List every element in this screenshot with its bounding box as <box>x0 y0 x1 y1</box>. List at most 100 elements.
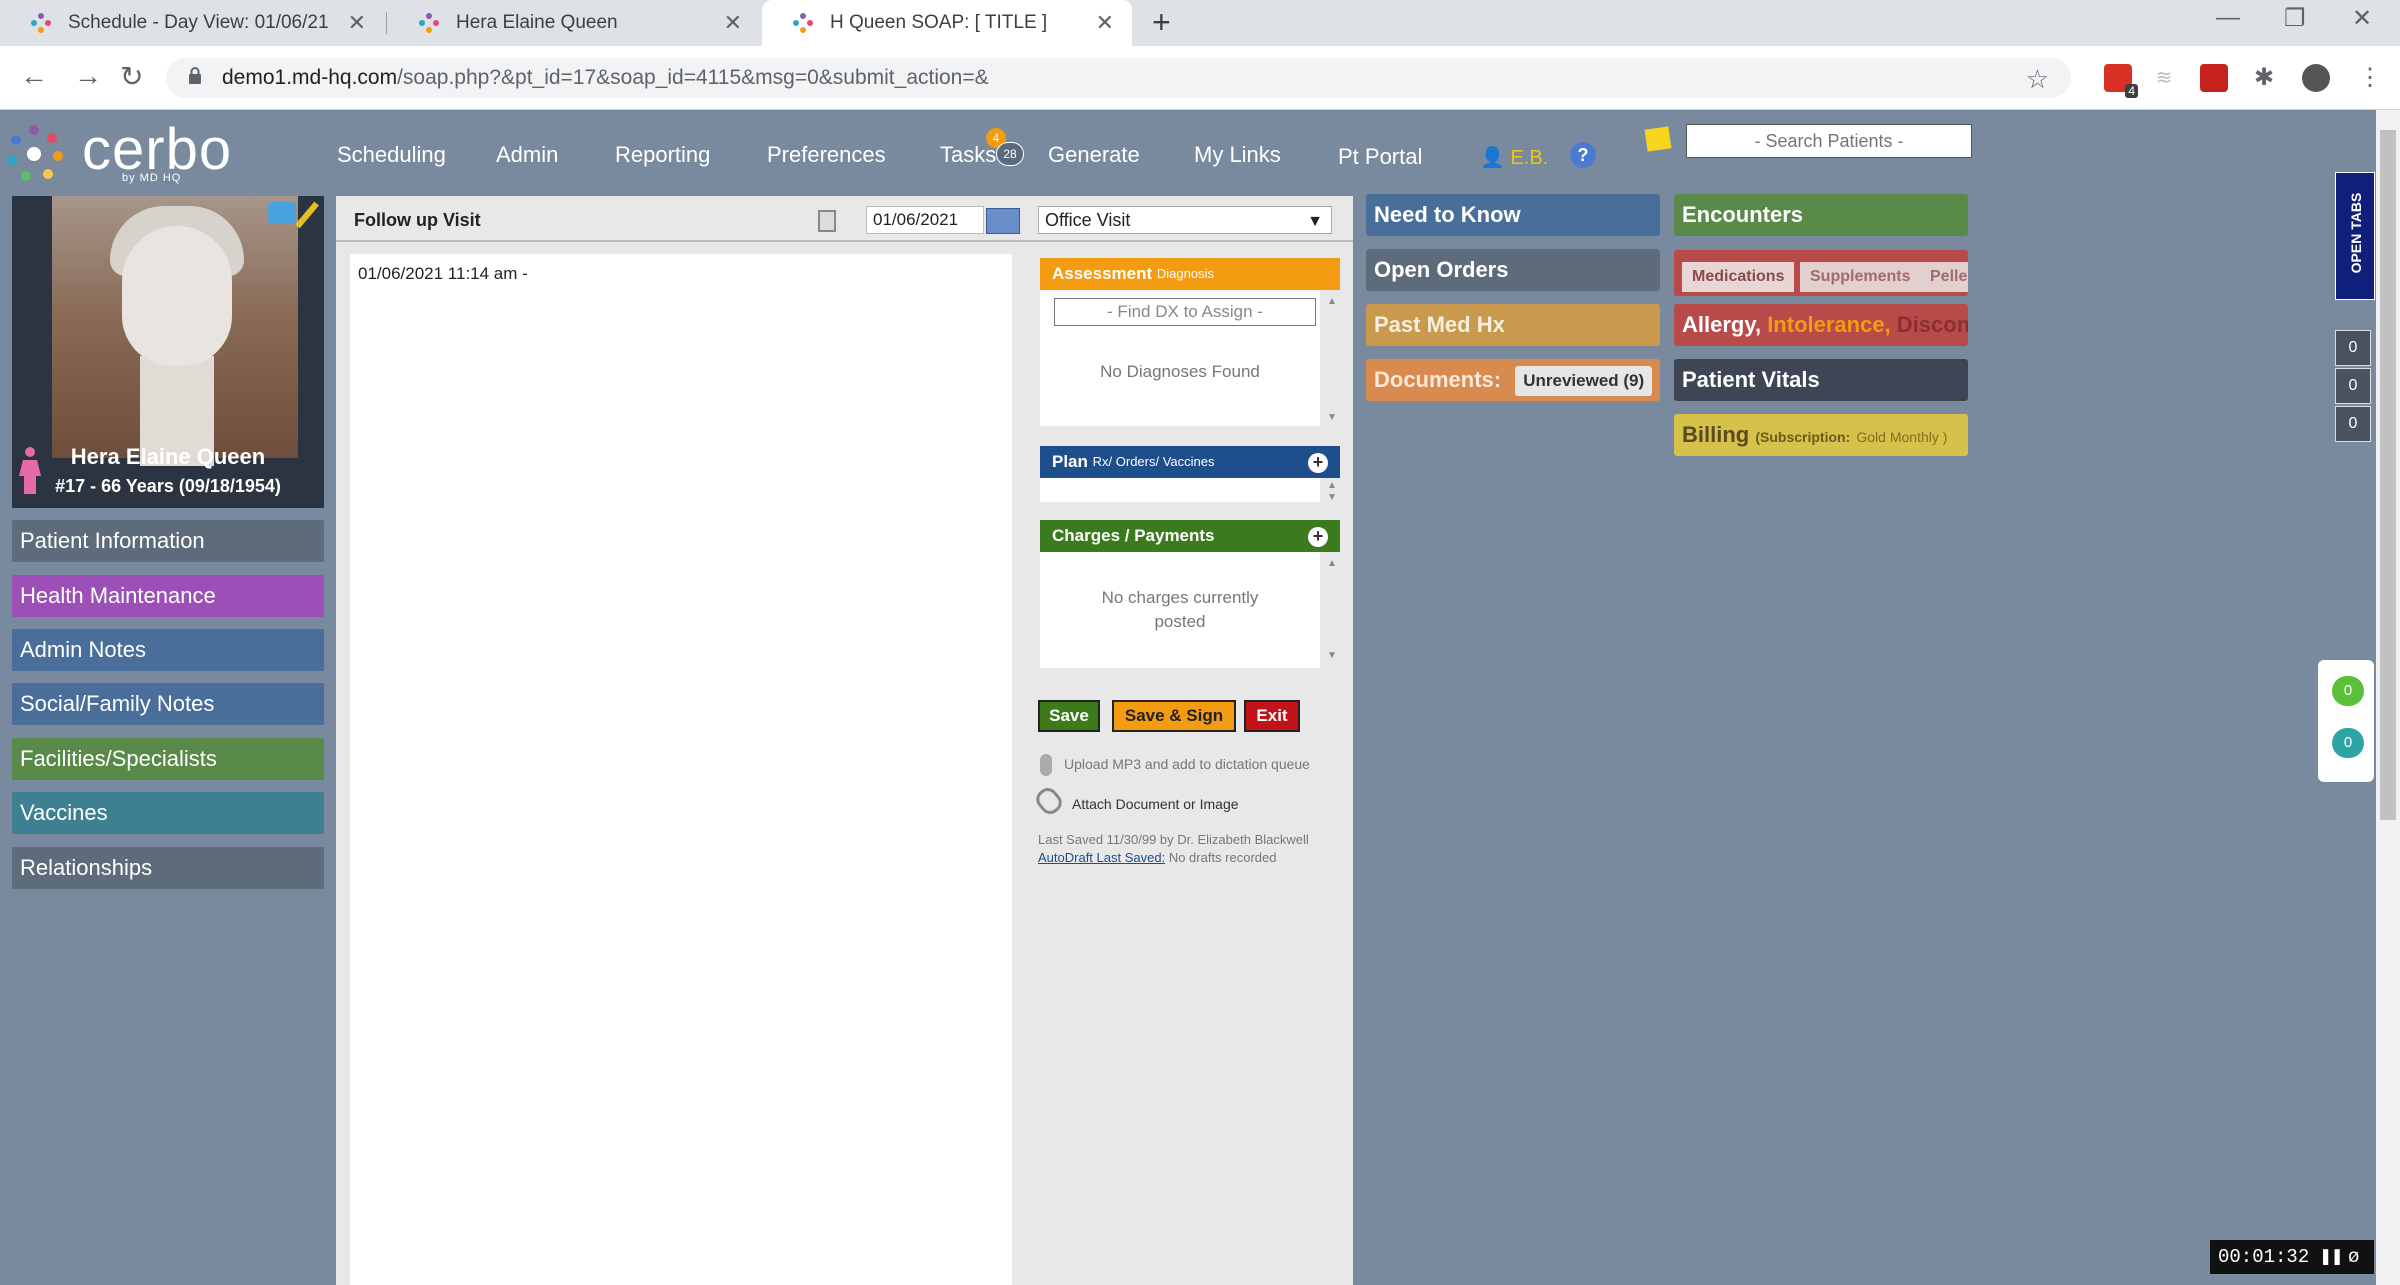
no-charges-text: No charges currently posted <box>1040 586 1320 634</box>
logo-subtext: by MD HQ <box>122 172 182 184</box>
patient-message-icon[interactable] <box>268 202 296 224</box>
scroll-up-icon[interactable]: ▲ <box>1322 296 1342 307</box>
add-plan-icon[interactable]: + <box>1308 453 1328 473</box>
counter-1[interactable]: 0 <box>2335 330 2371 366</box>
back-icon[interactable]: ← <box>20 60 48 92</box>
nav-reporting[interactable]: Reporting <box>615 142 710 168</box>
add-charge-icon[interactable]: + <box>1308 527 1328 547</box>
profile-avatar[interactable] <box>2302 64 2330 92</box>
paperclip-icon[interactable] <box>1032 783 1066 819</box>
tab-title: Schedule - Day View: 01/06/21 <box>68 12 329 33</box>
counter-2[interactable]: 0 <box>2335 368 2371 404</box>
sidebar-item-admin-notes[interactable]: Admin Notes <box>12 629 324 671</box>
nav-generate[interactable]: Generate <box>1048 142 1140 168</box>
stop-icon[interactable]: ø <box>2348 1240 2359 1274</box>
wave-extension-icon[interactable]: ≋ <box>2150 64 2178 92</box>
extension-icon[interactable]: 4 <box>2104 64 2138 98</box>
tasks-count-badge[interactable]: 28 <box>996 142 1024 166</box>
find-dx-input[interactable]: - Find DX to Assign - <box>1054 298 1316 326</box>
counter-3[interactable]: 0 <box>2335 406 2371 442</box>
close-tab-icon[interactable]: ✕ <box>1096 10 1114 36</box>
soap-note-editor[interactable]: 01/06/2021 11:14 am - <box>350 254 1012 1285</box>
browser-tab-patient[interactable]: Hera Elaine Queen ✕ <box>388 0 760 46</box>
billing-widget[interactable]: Billing (Subscription: Gold Monthly ) <box>1674 414 1968 456</box>
unreviewed-docs-button[interactable]: Unreviewed (9) <box>1515 366 1653 397</box>
reload-icon[interactable]: ↻ <box>120 60 143 93</box>
patient-photo[interactable] <box>52 196 298 466</box>
forward-icon[interactable]: → <box>74 60 102 92</box>
save-and-sign-button[interactable]: Save & Sign <box>1112 700 1236 732</box>
open-orders-widget[interactable]: Open Orders <box>1366 249 1660 291</box>
nav-tasks[interactable]: Tasks <box>940 142 996 168</box>
save-button[interactable]: Save <box>1038 700 1100 732</box>
patient-photo-card: Hera Elaine Queen #17 - 66 Years (09/18/… <box>12 196 324 508</box>
puzzle-icon[interactable]: ✱ <box>2250 64 2278 92</box>
visit-type-select[interactable]: Office Visit ▼ <box>1038 206 1332 234</box>
nav-preferences[interactable]: Preferences <box>767 142 886 168</box>
close-window-icon[interactable]: ✕ <box>2352 4 2372 33</box>
open-tabs-button[interactable]: OPEN TABS <box>2335 172 2375 300</box>
sidebar-item-patient-information[interactable]: Patient Information <box>12 520 324 562</box>
browser-menu-icon[interactable]: ⋮ <box>2356 64 2384 92</box>
scrollbar-thumb[interactable] <box>2380 130 2396 820</box>
assessment-sublabel: Diagnosis <box>1156 266 1214 281</box>
upload-mp3-link[interactable]: Upload MP3 and add to dictation queue <box>1064 756 1310 772</box>
sidebar-item-health-maintenance[interactable]: Health Maintenance <box>12 575 324 617</box>
tab-supplements[interactable]: Supplements <box>1800 262 1921 292</box>
help-icon[interactable]: ? <box>1570 142 1596 168</box>
last-saved-text: Last Saved 11/30/99 by Dr. Elizabeth Bla… <box>1038 832 1309 847</box>
exit-button[interactable]: Exit <box>1244 700 1300 732</box>
chat-bubble-green-icon[interactable]: 0 <box>2332 676 2364 706</box>
page-scrollbar[interactable] <box>2376 110 2400 1285</box>
browser-tab-soap[interactable]: H Queen SOAP: [ TITLE ] ✕ <box>762 0 1132 46</box>
tab-pellets[interactable]: Pelle <box>1920 262 1968 292</box>
edit-photo-icon[interactable] <box>295 201 319 229</box>
scroll-up-icon[interactable]: ▲ <box>1322 558 1342 569</box>
chat-bubble-teal-icon[interactable]: 0 <box>2332 728 2364 758</box>
scroll-up-icon[interactable]: ▲ <box>1322 480 1342 491</box>
search-patients-input[interactable] <box>1686 124 1972 158</box>
past-med-hx-widget[interactable]: Past Med Hx <box>1366 304 1660 346</box>
patient-vitals-widget[interactable]: Patient Vitals <box>1674 359 1968 401</box>
restore-icon[interactable]: ❐ <box>2284 4 2306 33</box>
cerbo-logo[interactable]: cerbo by MD HQ <box>4 116 231 186</box>
tab-medications[interactable]: Medications <box>1682 262 1795 292</box>
attach-document-link[interactable]: Attach Document or Image <box>1072 796 1239 812</box>
visit-title[interactable]: Follow up Visit <box>354 210 481 231</box>
nav-scheduling[interactable]: Scheduling <box>337 142 446 168</box>
new-tab-icon[interactable]: + <box>1152 4 1171 41</box>
print-icon[interactable] <box>818 210 836 232</box>
sidebar-item-vaccines[interactable]: Vaccines <box>12 792 324 834</box>
visit-date-input[interactable]: 01/06/2021 <box>866 206 984 234</box>
scroll-down-icon[interactable]: ▼ <box>1322 492 1342 503</box>
scroll-down-icon[interactable]: ▼ <box>1322 412 1342 423</box>
pdf-extension-icon[interactable] <box>2200 64 2228 92</box>
microphone-icon[interactable] <box>1040 754 1052 776</box>
browser-tab-schedule[interactable]: Schedule - Day View: 01/06/21 ✕ <box>0 0 384 46</box>
close-tab-icon[interactable]: ✕ <box>348 10 366 36</box>
user-menu[interactable]: 👤 E.B. <box>1480 145 1548 170</box>
autodraft-link[interactable]: AutoDraft Last Saved: <box>1038 850 1165 865</box>
sidebar-item-social-family-notes[interactable]: Social/Family Notes <box>12 683 324 725</box>
nav-my-links[interactable]: My Links <box>1194 142 1281 168</box>
pause-icon[interactable]: ❚❚ <box>2320 1240 2343 1274</box>
sidebar-item-relationships[interactable]: Relationships <box>12 847 324 889</box>
need-to-know-widget[interactable]: Need to Know <box>1366 194 1660 236</box>
documents-widget[interactable]: Documents: Unreviewed (9) <box>1366 359 1660 401</box>
url-bar[interactable]: demo1.md-hq.com/soap.php?&pt_id=17&soap_… <box>166 58 2071 98</box>
minimize-icon[interactable]: — <box>2216 4 2240 32</box>
allergy-widget[interactable]: Allergy, Intolerance, Discont. <box>1674 304 1968 346</box>
visit-type-value: Office Visit <box>1045 210 1131 230</box>
sticky-note-icon[interactable] <box>1644 126 1672 152</box>
nav-pt-portal[interactable]: Pt Portal <box>1338 144 1422 170</box>
calendar-icon[interactable] <box>986 208 1020 234</box>
sidebar-item-facilities-specialists[interactable]: Facilities/Specialists <box>12 738 324 780</box>
cerbo-favicon-icon <box>419 13 439 33</box>
encounters-widget[interactable]: Encounters <box>1674 194 1968 236</box>
nav-admin[interactable]: Admin <box>496 142 558 168</box>
chat-panel: 0 0 <box>2318 660 2374 782</box>
bookmark-star-icon[interactable]: ☆ <box>2026 64 2049 95</box>
url-path: /soap.php?&pt_id=17&soap_id=4115&msg=0&s… <box>397 66 989 89</box>
scroll-down-icon[interactable]: ▼ <box>1322 650 1342 661</box>
close-tab-icon[interactable]: ✕ <box>724 10 742 36</box>
